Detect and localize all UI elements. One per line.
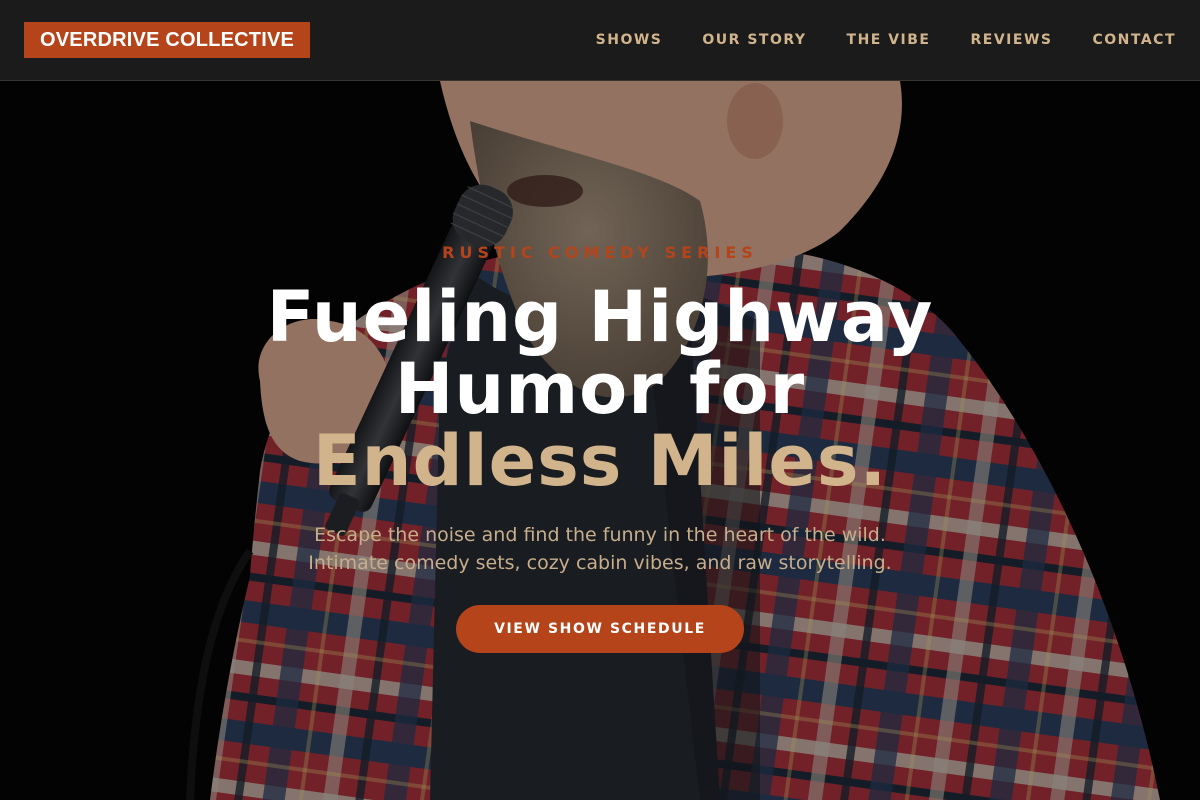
hero-headline: Fueling Highway Humor for Endless Miles.: [0, 281, 1200, 497]
hero-content: RUSTIC COMEDY SERIES Fueling Highway Hum…: [0, 81, 1200, 800]
headline-line-1: Fueling Highway: [266, 276, 934, 358]
subtext-line-1: Escape the noise and find the funny in t…: [314, 524, 886, 546]
hero-subtext: Escape the noise and find the funny in t…: [0, 521, 1200, 577]
view-show-schedule-button[interactable]: VIEW SHOW SCHEDULE: [456, 605, 744, 653]
headline-accent: Endless Miles.: [312, 420, 888, 502]
brand-logo[interactable]: OVERDRIVE COLLECTIVE: [24, 22, 311, 58]
nav-link-shows[interactable]: SHOWS: [596, 32, 663, 48]
nav-link-reviews[interactable]: REVIEWS: [971, 32, 1053, 48]
hero-eyebrow: RUSTIC COMEDY SERIES: [442, 243, 758, 262]
headline-line-2: Humor for: [394, 348, 806, 430]
nav-link-contact[interactable]: CONTACT: [1092, 32, 1176, 48]
nav-link-the-vibe[interactable]: THE VIBE: [847, 32, 931, 48]
subtext-line-2: Intimate comedy sets, cozy cabin vibes, …: [308, 552, 892, 574]
nav-link-our-story[interactable]: OUR STORY: [702, 32, 806, 48]
site-header: OVERDRIVE COLLECTIVE SHOWS OUR STORY THE…: [0, 0, 1200, 81]
hero-section: RUSTIC COMEDY SERIES Fueling Highway Hum…: [0, 81, 1200, 800]
main-nav: SHOWS OUR STORY THE VIBE REVIEWS CONTACT: [596, 32, 1176, 48]
